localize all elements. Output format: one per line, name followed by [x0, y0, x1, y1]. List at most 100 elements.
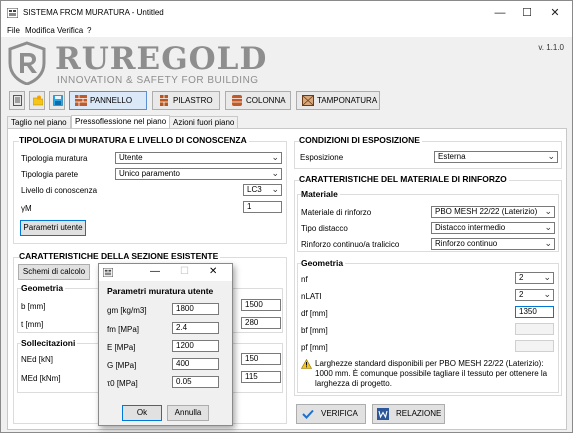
- pf-label: pf [mm]: [301, 343, 328, 352]
- brand-logo: RUREGOLD: [55, 41, 268, 77]
- checkmark-icon: [302, 409, 314, 419]
- verifica-button[interactable]: VERIFICA: [296, 404, 366, 424]
- window-title: SISTEMA FRCM MURATURA - Untitled: [23, 8, 164, 17]
- colonna-button[interactable]: COLONNA: [225, 91, 291, 110]
- chevron-down-icon: ⌄: [543, 289, 551, 299]
- esposizione-value: Esterna: [438, 152, 466, 161]
- warning-icon: [301, 359, 312, 369]
- chevron-down-icon: ⌄: [271, 152, 279, 162]
- gm-input[interactable]: 1800: [172, 303, 219, 315]
- new-file-button[interactable]: [9, 91, 25, 110]
- nf-label: nf: [301, 275, 308, 284]
- save-disk-icon: [53, 95, 63, 106]
- rinforzo-continuo-select[interactable]: Rinforzo continuo ⌄: [431, 238, 555, 250]
- section-group-title: CARATTERISTICHE DELLA SEZIONE ESISTENTE: [19, 251, 221, 261]
- colonna-label: COLONNA: [246, 96, 286, 105]
- chevron-down-icon: ⌄: [271, 184, 279, 194]
- rinforzo-continuo-value: Rinforzo continuo: [435, 239, 498, 248]
- app-icon: [103, 268, 113, 277]
- materiale-rinforzo-select[interactable]: PBO MESH 22/22 (Laterizio) ⌄: [431, 206, 555, 218]
- tamponatura-label: TAMPONATURA: [317, 96, 378, 105]
- tipologia-muratura-label: Tipologia muratura: [21, 154, 88, 163]
- minimize-button[interactable]: —: [485, 5, 515, 21]
- chevron-down-icon: ⌄: [544, 222, 552, 232]
- tipo-distacco-value: Distacco intermedio: [435, 223, 506, 232]
- ned-input[interactable]: 150: [241, 353, 281, 365]
- fm-label: fm [MPa]: [107, 325, 140, 334]
- dialog-cancel-button[interactable]: Annulla: [167, 405, 209, 421]
- fm-input[interactable]: 2.4: [172, 322, 219, 334]
- app-header: RUREGOLD INNOVATION & SAFETY FOR BUILDIN…: [1, 37, 572, 89]
- livello-conoscenza-select[interactable]: LC3 ⌄: [243, 184, 282, 196]
- close-button[interactable]: ✕: [540, 5, 570, 21]
- verifica-label: VERIFICA: [321, 409, 358, 418]
- open-folder-icon: [33, 95, 43, 106]
- tipologia-muratura-select[interactable]: Utente ⌄: [115, 152, 282, 164]
- pf-input[interactable]: [515, 340, 554, 352]
- pillar-icon: [160, 95, 168, 106]
- bf-input[interactable]: [515, 323, 554, 335]
- parametri-muratura-dialog: — ☐ ✕ Parametri muratura utente gm [kg/m…: [98, 263, 233, 426]
- menu-modifica[interactable]: Modifica: [25, 26, 55, 35]
- maximize-button[interactable]: ☐: [512, 5, 542, 21]
- section-geometry-title: Geometria: [21, 283, 66, 293]
- tipo-distacco-select[interactable]: Distacco intermedio ⌄: [431, 222, 555, 234]
- parametri-utente-button[interactable]: Parametri utente: [20, 220, 86, 236]
- version-label: v. 1.1.0: [538, 43, 564, 52]
- dialog-title-bar[interactable]: — ☐ ✕: [99, 264, 232, 281]
- dialog-minimize-button[interactable]: —: [150, 266, 160, 277]
- chevron-down-icon: ⌄: [544, 238, 552, 248]
- chevron-down-icon: ⌄: [271, 168, 279, 178]
- chevron-down-icon: ⌄: [547, 151, 555, 161]
- t-input[interactable]: 280: [241, 317, 281, 329]
- menu-verifica[interactable]: Verifica: [57, 26, 83, 35]
- tipologia-parete-select[interactable]: Unico paramento ⌄: [115, 168, 282, 180]
- reinf-geometry-title: Geometria: [301, 258, 346, 268]
- tipologia-muratura-value: Utente: [119, 153, 143, 162]
- g-input[interactable]: 400: [172, 358, 219, 370]
- gamma-m-label: γM: [21, 204, 32, 213]
- schemi-calcolo-button[interactable]: Schemi di calcolo: [18, 264, 90, 280]
- nlati-select[interactable]: 2 ⌄: [515, 289, 554, 301]
- menu-file[interactable]: File: [7, 26, 20, 35]
- reinforcement-group-title: CARATTERISTICHE DEL MATERIALE DI RINFORZ…: [299, 174, 509, 184]
- dialog-maximize-button[interactable]: ☐: [180, 266, 189, 277]
- gamma-m-input[interactable]: 1: [243, 201, 282, 213]
- tipologia-parete-label: Tipologia parete: [21, 170, 79, 179]
- b-input[interactable]: 1500: [241, 299, 281, 311]
- relazione-label: RELAZIONE: [396, 409, 442, 418]
- pilastro-label: PILASTRO: [173, 96, 213, 105]
- pilastro-button[interactable]: PILASTRO: [152, 91, 220, 110]
- nlati-label: nLATI: [301, 292, 322, 301]
- material-subgroup-title: Materiale: [301, 189, 340, 199]
- esposizione-select[interactable]: Esterna ⌄: [434, 151, 558, 163]
- menu-help[interactable]: ?: [87, 26, 91, 35]
- t-label: t [mm]: [21, 320, 44, 329]
- pannello-button[interactable]: PANNELLO: [69, 91, 147, 110]
- df-input[interactable]: 1350: [515, 306, 554, 318]
- tamponatura-button[interactable]: TAMPONATURA: [296, 91, 380, 110]
- relazione-button[interactable]: RELAZIONE: [372, 404, 445, 424]
- tau0-input[interactable]: 0.05: [172, 376, 219, 388]
- app-icon: [7, 8, 18, 18]
- b-label: b [mm]: [21, 302, 46, 311]
- e-input[interactable]: 1200: [172, 340, 219, 352]
- title-bar[interactable]: SISTEMA FRCM MURATURA - Untitled — ☐ ✕: [1, 1, 572, 25]
- open-file-button[interactable]: [29, 91, 45, 110]
- med-input[interactable]: 115: [241, 371, 281, 383]
- nf-select[interactable]: 2 ⌄: [515, 272, 554, 284]
- bf-label: bf [mm]: [301, 326, 328, 335]
- tipologia-parete-value: Unico paramento: [119, 169, 180, 178]
- dialog-close-button[interactable]: ✕: [209, 266, 217, 277]
- save-file-button[interactable]: [49, 91, 65, 110]
- dialog-heading: Parametri muratura utente: [107, 286, 214, 296]
- tab-pressoflessione[interactable]: Pressoflessione nel piano: [71, 115, 171, 129]
- nf-value: 2: [519, 273, 524, 282]
- ned-label: NEd [kN]: [21, 355, 54, 364]
- masonry-group-title: TIPOLOGIA DI MURATURA E LIVELLO DI CONOS…: [19, 135, 249, 145]
- infill-frame-icon: [302, 95, 314, 106]
- chevron-down-icon: ⌄: [544, 206, 552, 216]
- dialog-ok-button[interactable]: Ok: [122, 405, 162, 421]
- app-window: SISTEMA FRCM MURATURA - Untitled — ☐ ✕ F…: [0, 0, 573, 433]
- esposizione-label: Esposizione: [300, 153, 344, 162]
